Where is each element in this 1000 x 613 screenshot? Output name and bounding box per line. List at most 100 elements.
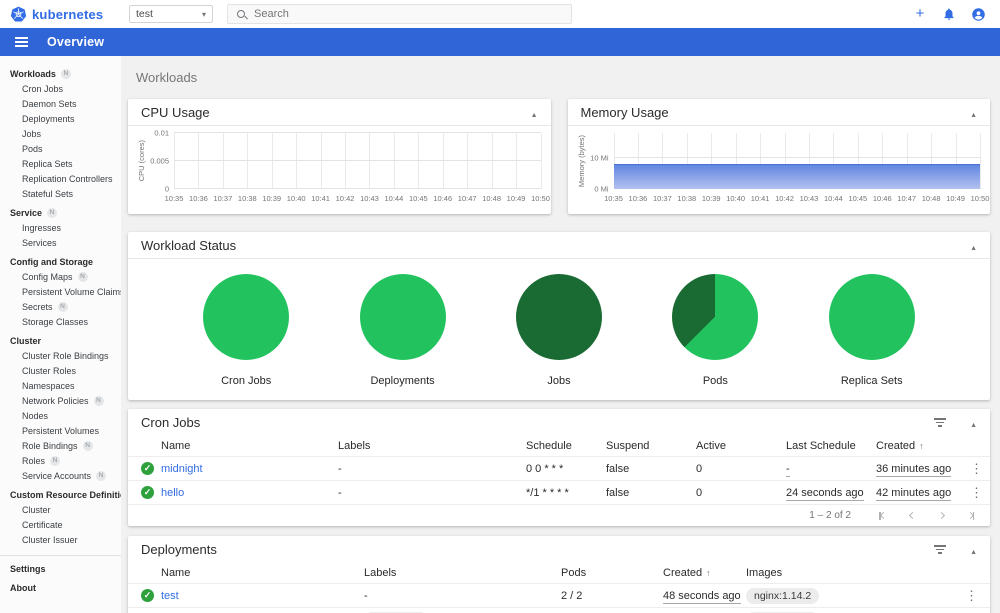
x-gridline — [296, 133, 298, 189]
sidebar-entry[interactable] — [0, 555, 121, 556]
sidebar-entry-cron-jobs[interactable]: Cron Jobs — [0, 81, 121, 96]
pie-chart — [515, 274, 602, 360]
sidebar-entry-roles[interactable]: Roles N — [0, 453, 121, 468]
pods-cell: 2 / 2 — [561, 589, 583, 602]
sidebar-entry-nodes[interactable]: Nodes — [0, 408, 121, 423]
sidebar-entry-custom-resource-definitions[interactable]: Custom Resource Definitions — [0, 487, 121, 502]
cron-job-link[interactable]: hello — [161, 487, 184, 499]
sidebar-entry-label: Replication Controllers — [22, 173, 113, 184]
sidebar-entry-network-policies[interactable]: Network Policies N — [0, 393, 121, 408]
sidebar-entry-workloads[interactable]: Workloads N — [0, 66, 121, 81]
sidebar-entry-role-bindings[interactable]: Role Bindings N — [0, 438, 121, 453]
deployments-column-headers: Name ↑ Labels ↑ Pods ↑ Created ↑ Images … — [128, 563, 990, 584]
sidebar-entry-secrets[interactable]: Secrets N — [0, 299, 121, 314]
previous-page-button[interactable] — [908, 511, 916, 520]
sidebar-entry-certificate[interactable]: Certificate — [0, 517, 121, 532]
collapse-button[interactable]: ▲ — [970, 415, 977, 430]
last-page-button[interactable] — [966, 511, 974, 520]
search-bar[interactable] — [227, 4, 572, 24]
pie-label: Cron Jobs — [221, 375, 272, 387]
column-header-labels[interactable]: Labels ↑ — [364, 567, 561, 579]
sidebar-entry-deployments[interactable]: Deployments — [0, 111, 121, 126]
cron-job-link[interactable]: midnight — [161, 463, 203, 475]
namespace-selector[interactable]: test ▾ — [129, 5, 213, 23]
next-page-button[interactable] — [937, 511, 945, 520]
column-header-schedule[interactable]: Schedule ↑ — [526, 440, 606, 452]
schedule-cell: 0 0 * * * — [526, 462, 564, 475]
sidebar-entry-cluster-role-bindings[interactable]: Cluster Role Bindings — [0, 348, 121, 363]
sidebar-entry-services[interactable]: Services — [0, 235, 121, 250]
column-header-label: Created — [663, 567, 703, 579]
sidebar-entry-cluster-issuer[interactable]: Cluster Issuer — [0, 532, 121, 547]
sidebar-entry-label: Cron Jobs — [22, 83, 64, 94]
sidebar-entry-cluster[interactable]: Cluster — [0, 333, 121, 348]
notifications-button[interactable] — [941, 6, 957, 22]
sidebar-entry-service[interactable]: Service N — [0, 205, 121, 220]
page-title: Workloads — [136, 70, 198, 85]
deployment-link[interactable]: test — [161, 590, 179, 602]
created-value: 48 seconds ago — [663, 589, 741, 604]
column-header-name[interactable]: Name ↑ — [161, 567, 364, 579]
create-resource-button[interactable]: + — [912, 6, 928, 22]
sidebar-entry-replication-controllers[interactable]: Replication Controllers — [0, 171, 121, 186]
collapse-button[interactable]: ▲ — [970, 105, 977, 120]
sidebar-entry-label: Cluster — [22, 504, 51, 515]
workload-status-header: Workload Status ▲ — [128, 232, 990, 259]
sidebar-entry-service-accounts[interactable]: Service Accounts N — [0, 468, 121, 483]
column-header-images[interactable]: Images ↑ — [746, 567, 952, 579]
menu-button[interactable] — [15, 36, 28, 48]
pie-chart — [828, 274, 915, 360]
x-tick-label: 10:41 — [311, 194, 330, 203]
x-gridline — [320, 133, 322, 189]
column-header-labels[interactable]: Labels ↑ — [338, 440, 526, 452]
sidebar-entry-persistent-volumes[interactable]: Persistent Volumes — [0, 423, 121, 438]
row-menu-button[interactable]: ⋮ — [961, 589, 982, 602]
collapse-button[interactable]: ▲ — [970, 542, 977, 557]
labels-cell: - — [338, 462, 342, 475]
sidebar-entry-ingresses[interactable]: Ingresses — [0, 220, 121, 235]
sidebar-entry-persistent-volume-claims[interactable]: Persistent Volume Claims N — [0, 284, 121, 299]
filter-button[interactable] — [934, 545, 947, 554]
user-menu-button[interactable] — [970, 6, 986, 22]
y-tick-label: 0 Mi — [594, 184, 609, 194]
row-menu-button[interactable]: ⋮ — [966, 486, 987, 499]
x-tick-label: 10:50 — [970, 194, 990, 203]
row-menu-button[interactable]: ⋮ — [966, 462, 987, 475]
sidebar-entry-replica-sets[interactable]: Replica Sets — [0, 156, 121, 171]
sidebar-entry-storage-classes[interactable]: Storage Classes — [0, 314, 121, 329]
column-header-name[interactable]: Name ↑ — [161, 440, 338, 452]
sidebar-entry-about[interactable]: About — [0, 580, 121, 595]
column-header-created[interactable]: Created ↑ — [876, 440, 966, 452]
sidebar-entry-namespaces[interactable]: Namespaces — [0, 378, 121, 393]
search-input[interactable] — [254, 8, 562, 20]
column-header-pods[interactable]: Pods ↑ — [561, 567, 663, 579]
x-tick-label: 10:49 — [946, 194, 965, 203]
sidebar-entry-config-and-storage[interactable]: Config and Storage — [0, 254, 121, 269]
x-gridline — [442, 133, 444, 189]
sidebar-entry-pods[interactable]: Pods — [0, 141, 121, 156]
sidebar-entry-settings[interactable]: Settings — [0, 561, 121, 576]
column-header-suspend[interactable]: Suspend ↑ — [606, 440, 696, 452]
collapse-button[interactable]: ▲ — [970, 238, 977, 253]
sidebar-entry-jobs[interactable]: Jobs — [0, 126, 121, 141]
filter-button[interactable] — [934, 418, 947, 427]
kubernetes-logo[interactable]: kubernetes — [0, 6, 121, 23]
column-header-created[interactable]: Created ↑ — [663, 567, 746, 579]
cron-jobs-column-headers: Name ↑ Labels ↑ Schedule ↑ Suspend ↑ Act… — [128, 436, 990, 457]
sidebar-entry-label: Settings — [10, 563, 46, 574]
sidebar-entry-label: Cluster — [10, 335, 42, 346]
sidebar-entry-daemon-sets[interactable]: Daemon Sets — [0, 96, 121, 111]
memory-usage-area-series — [613, 163, 980, 189]
sidebar-entry-stateful-sets[interactable]: Stateful Sets — [0, 186, 121, 201]
column-header-active[interactable]: Active ↑ — [696, 440, 786, 452]
sidebar-entry-label: Service Accounts — [22, 470, 92, 481]
sidebar-entry-cluster[interactable]: Cluster — [0, 502, 121, 517]
sidebar-entry-cluster-roles[interactable]: Cluster Roles — [0, 363, 121, 378]
x-tick-label: 10:40 — [286, 194, 306, 203]
column-header-last-schedule[interactable]: Last Schedule ↑ — [786, 440, 876, 452]
collapse-button[interactable]: ▲ — [531, 105, 538, 120]
card-title: Cron Jobs — [141, 415, 201, 430]
first-page-button[interactable] — [879, 511, 887, 520]
sidebar-entry-config-maps[interactable]: Config Maps N — [0, 269, 121, 284]
namespaced-badge: N — [60, 68, 71, 79]
